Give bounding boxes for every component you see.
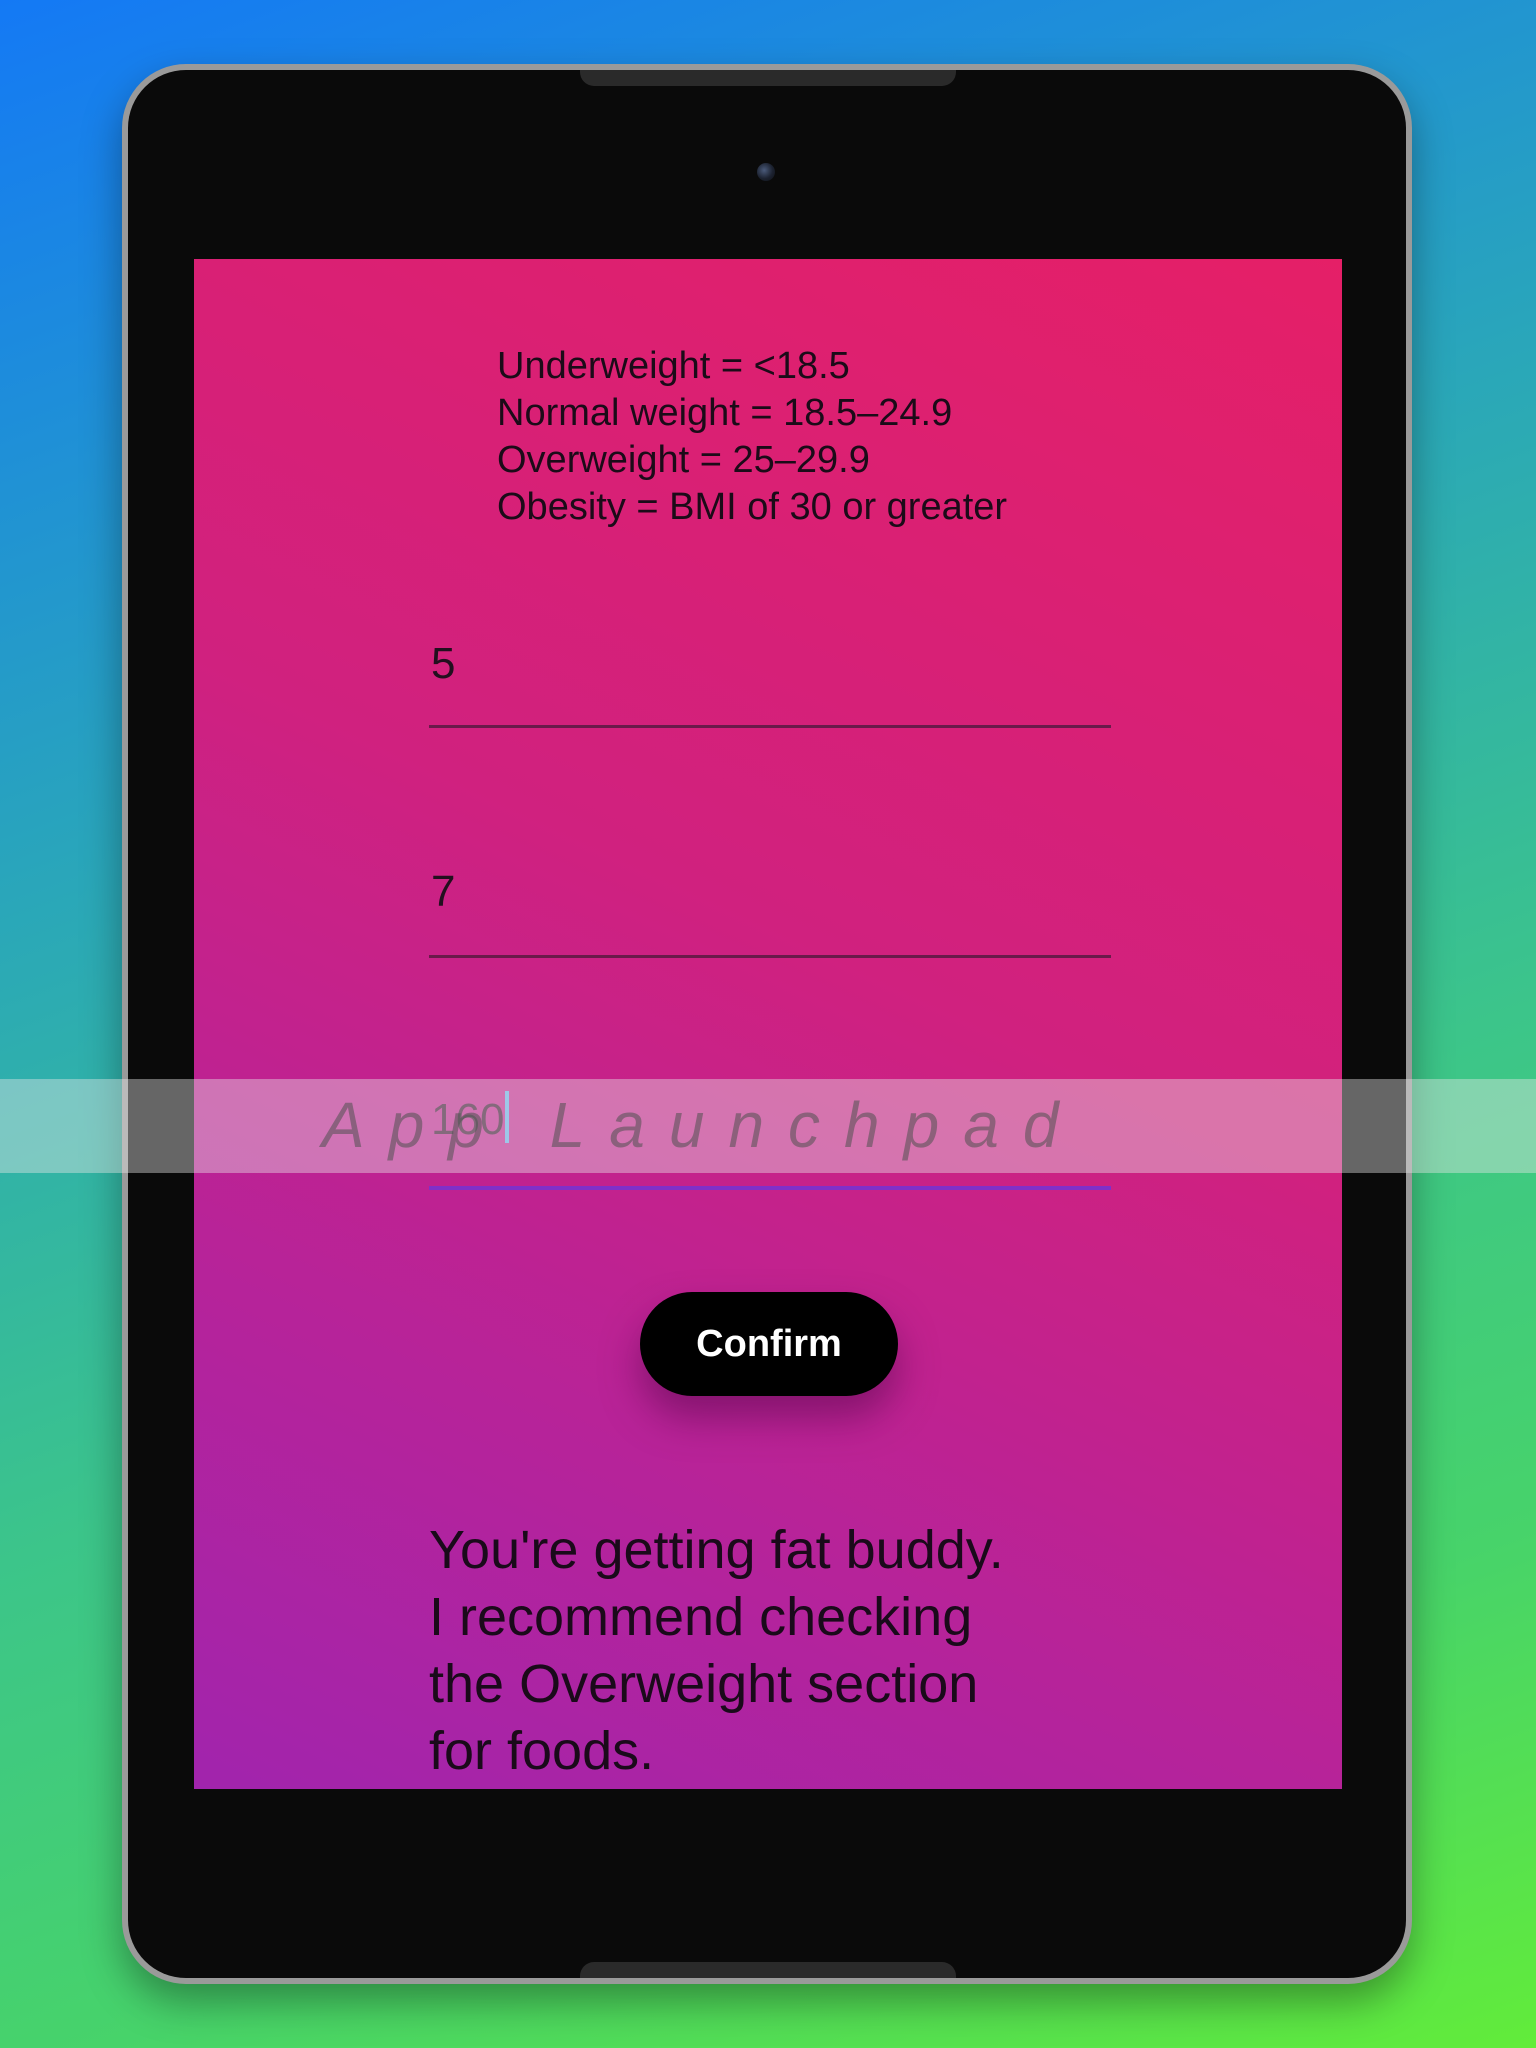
result-line-1: You're getting fat buddy.	[429, 1520, 1004, 1580]
result-line-3: the Overweight section	[429, 1654, 979, 1714]
height-feet-value: 5	[431, 639, 456, 688]
result-message: You're getting fat buddy. I recommend ch…	[429, 1517, 1129, 1785]
bmi-category-overweight: Overweight = 25–29.9	[497, 439, 870, 481]
bmi-category-normal: Normal weight = 18.5–24.9	[497, 392, 953, 434]
height-inches-underline	[429, 955, 1111, 958]
front-camera-icon	[757, 163, 775, 181]
result-line-2: I recommend checking	[429, 1587, 973, 1647]
height-feet-field[interactable]: 5	[429, 629, 1111, 729]
bmi-category-obesity: Obesity = BMI of 30 or greater	[497, 486, 1008, 528]
tablet-bottom-speaker	[580, 1962, 956, 1978]
watermark-text: App Launchpad	[322, 1089, 1083, 1161]
weight-underline	[429, 1186, 1111, 1190]
height-inches-value: 7	[431, 867, 456, 916]
app-screen: Underweight = <18.5 Normal weight = 18.5…	[194, 259, 1342, 1789]
bmi-category-underweight: Underweight = <18.5	[497, 345, 850, 387]
result-line-4: for foods.	[429, 1721, 655, 1781]
height-feet-underline	[429, 725, 1111, 728]
height-inches-field[interactable]: 7	[429, 857, 1111, 958]
tablet-top-speaker	[580, 70, 956, 86]
confirm-button[interactable]: Confirm	[640, 1292, 898, 1396]
bmi-category-list: Underweight = <18.5 Normal weight = 18.5…	[497, 343, 1007, 531]
